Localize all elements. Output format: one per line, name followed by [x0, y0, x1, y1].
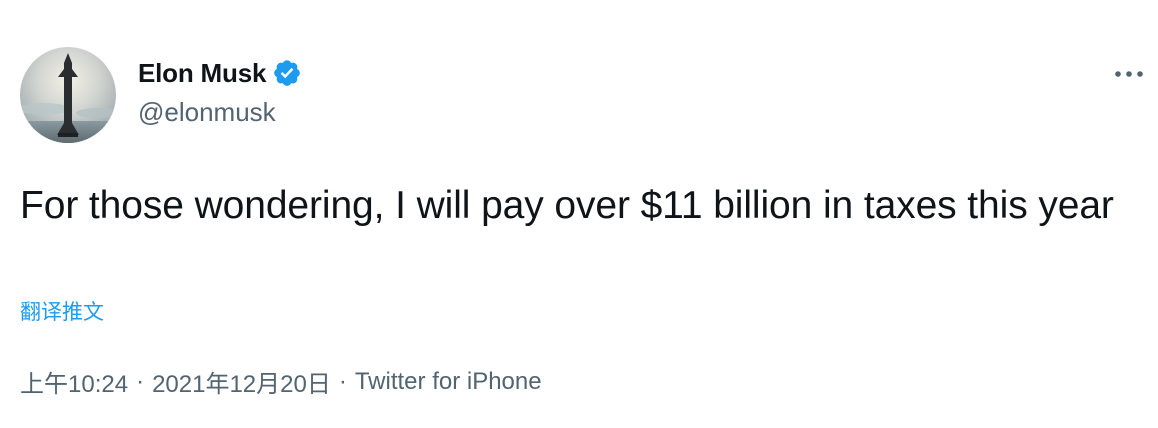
- tweet-text: For those wondering, I will pay over $11…: [20, 184, 1114, 227]
- meta-separator: ·: [338, 367, 347, 395]
- tweet-card: Elon Musk @elonmusk For those wondering,…: [0, 0, 1158, 428]
- author-handle[interactable]: @elonmusk: [138, 97, 302, 128]
- author-name-row: Elon Musk: [138, 55, 302, 91]
- more-options-button[interactable]: [1112, 60, 1146, 88]
- tweet-time-link[interactable]: 上午10:24: [20, 364, 128, 399]
- starship-avatar-icon: [20, 47, 116, 143]
- tweet-source-link[interactable]: Twitter for iPhone: [355, 368, 542, 396]
- tweet-meta: 上午10:24 · 2021年12月20日 · Twitter for iPho…: [20, 364, 542, 399]
- author-block: Elon Musk @elonmusk: [138, 55, 302, 128]
- meta-separator: ·: [136, 367, 145, 395]
- verified-badge-icon: [272, 58, 302, 88]
- translate-tweet-link[interactable]: 翻译推文: [20, 296, 104, 326]
- tweet-date-link[interactable]: 2021年12月20日: [152, 364, 331, 399]
- author-avatar[interactable]: [20, 47, 116, 143]
- more-options-icon: [1115, 71, 1143, 77]
- author-display-name[interactable]: Elon Musk: [138, 58, 266, 89]
